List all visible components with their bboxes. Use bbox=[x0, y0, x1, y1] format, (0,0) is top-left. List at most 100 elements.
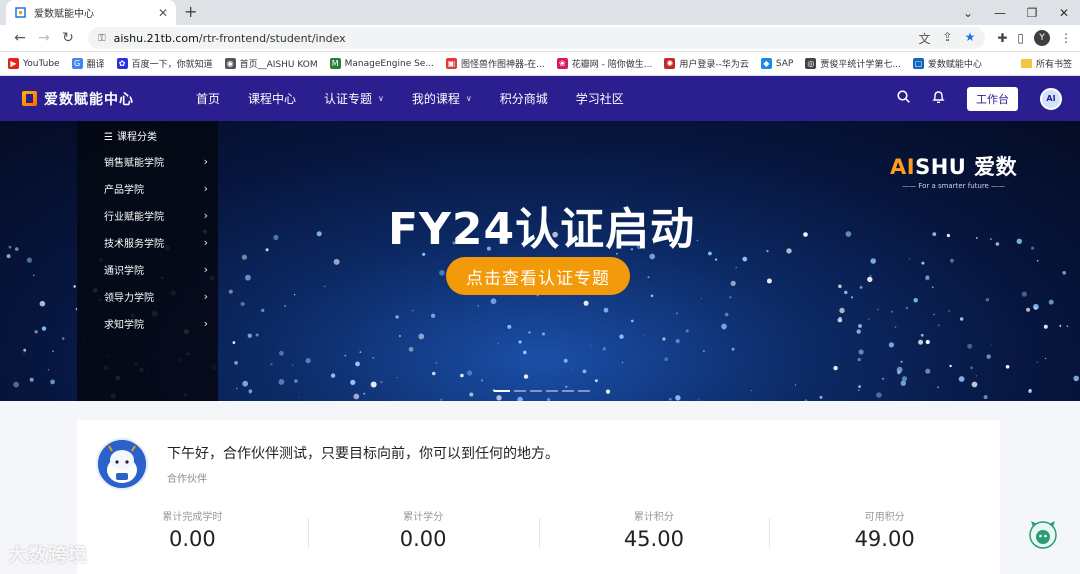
carousel-dot[interactable] bbox=[546, 390, 558, 392]
workbench-button[interactable]: 工作台 bbox=[967, 86, 1018, 111]
particle-dot bbox=[242, 380, 249, 387]
particle-dot bbox=[460, 373, 464, 378]
particle-dot bbox=[650, 294, 654, 298]
particle-dot bbox=[933, 313, 935, 316]
particle-dot bbox=[664, 357, 669, 361]
all-bookmarks-button[interactable]: 所有书签 bbox=[1020, 57, 1072, 70]
brand-tagline: —— For a smarter future —— bbox=[902, 182, 1006, 190]
share-icon[interactable]: ⇪ bbox=[943, 30, 953, 47]
particle-dot bbox=[948, 310, 951, 312]
tab-close-icon[interactable]: ✕ bbox=[158, 6, 168, 20]
stat-label: 累计完成学时 bbox=[162, 512, 223, 523]
particle-dot bbox=[675, 339, 680, 344]
site-info-icon[interactable]: ⚿ bbox=[98, 33, 106, 44]
particle-dot bbox=[986, 354, 991, 359]
stat-item: 累计完成学时 0.00 bbox=[77, 508, 308, 551]
carousel-dot[interactable] bbox=[514, 390, 526, 392]
view-certification-button[interactable]: 点击查看认证专题 bbox=[446, 257, 630, 295]
particle-dot bbox=[418, 333, 425, 340]
nav-item[interactable]: 我的课程 ∨ bbox=[398, 90, 486, 107]
particle-dot bbox=[631, 319, 634, 323]
particle-dot bbox=[249, 392, 251, 394]
extensions-icon[interactable]: ✚ bbox=[997, 31, 1007, 45]
url-path: /rtr-frontend/student/index bbox=[198, 31, 346, 45]
bookmark-item[interactable]: M ManageEngine Se... bbox=[329, 58, 434, 69]
bookmark-item[interactable]: ▶ YouTube bbox=[8, 58, 60, 69]
new-tab-button[interactable]: + bbox=[184, 2, 197, 21]
back-button[interactable]: ← bbox=[8, 30, 32, 46]
stat-label: 累计积分 bbox=[633, 512, 674, 523]
bookmark-label: SAP bbox=[775, 58, 794, 69]
user-avatar[interactable]: AI bbox=[1040, 87, 1062, 110]
category-item[interactable]: 通识学院 › bbox=[77, 256, 218, 283]
bookmark-item[interactable]: ◆ SAP bbox=[760, 58, 794, 69]
category-item[interactable]: 技术服务学院 › bbox=[77, 229, 218, 256]
nav-item[interactable]: 积分商城 bbox=[486, 90, 562, 107]
hero-banner[interactable]: ☰ 课程分类 销售赋能学院 › 产品学院 › 行业赋能学院 › 技术服务学院 › 通识学院 › 领导力… bbox=[0, 121, 1080, 401]
particle-dot bbox=[316, 231, 322, 237]
forward-button[interactable]: → bbox=[32, 30, 56, 46]
nav-item[interactable]: 首页 bbox=[182, 90, 234, 107]
nav-item[interactable]: 课程中心 bbox=[234, 90, 310, 107]
particle-dot bbox=[570, 367, 572, 369]
minimize-button[interactable]: — bbox=[984, 6, 1016, 20]
bookmark-favicon-icon: ✿ bbox=[116, 58, 128, 69]
carousel-dot[interactable] bbox=[494, 390, 510, 392]
category-label: 行业赋能学院 bbox=[104, 212, 164, 223]
particle-dot bbox=[958, 376, 965, 382]
carousel-dot[interactable] bbox=[562, 390, 574, 392]
nav-item[interactable]: 学习社区 bbox=[562, 90, 638, 107]
particle-dot bbox=[292, 364, 294, 366]
stat-value: 0.00 bbox=[399, 527, 447, 551]
particle-dot bbox=[565, 385, 568, 388]
bookmark-favicon-icon: ◎ bbox=[805, 58, 817, 69]
translate-icon[interactable]: 文 bbox=[918, 30, 930, 47]
site-logo[interactable]: 爱数赋能中心 bbox=[22, 89, 134, 109]
browser-menu-icon[interactable]: ⋮ bbox=[1060, 31, 1072, 45]
reload-button[interactable]: ↻ bbox=[56, 30, 80, 46]
bookmark-item[interactable]: ◉ 首页__AISHU KOM bbox=[224, 57, 318, 70]
nav-item[interactable]: 认证专题 ∨ bbox=[310, 90, 398, 107]
bookmark-item[interactable]: ◎ 贾俊平统计学第七... bbox=[805, 57, 901, 70]
url-field[interactable]: ⚿ aishu.21tb.com/rtr-frontend/student/in… bbox=[88, 27, 986, 49]
particle-dot bbox=[662, 337, 666, 341]
bookmark-item[interactable]: ▣ 图怪兽作图神器-在... bbox=[445, 57, 545, 70]
particle-dot bbox=[647, 276, 650, 279]
folder-icon bbox=[1020, 59, 1032, 68]
carousel-dot[interactable] bbox=[578, 390, 590, 392]
tab-search-icon[interactable]: ⌄ bbox=[952, 6, 984, 20]
particle-dot bbox=[685, 329, 689, 333]
bookmark-star-icon[interactable]: ★ bbox=[965, 30, 976, 47]
category-item[interactable]: 求知学院 › bbox=[77, 310, 218, 337]
bookmark-favicon-icon: ❀ bbox=[556, 58, 568, 69]
search-icon[interactable] bbox=[897, 90, 910, 107]
particle-dot bbox=[602, 347, 606, 351]
category-item[interactable]: 产品学院 › bbox=[77, 175, 218, 202]
bookmark-item[interactable]: ✺ 用户登录--华为云 bbox=[664, 57, 749, 70]
category-item[interactable]: 行业赋能学院 › bbox=[77, 202, 218, 229]
stat-item: 可用积分 49.00 bbox=[769, 508, 1000, 551]
particle-dot bbox=[481, 379, 484, 382]
category-item[interactable]: 销售赋能学院 › bbox=[77, 148, 218, 175]
brand-ai: AI bbox=[890, 155, 916, 179]
notification-bell-icon[interactable] bbox=[932, 90, 945, 108]
profile-avatar[interactable]: Y bbox=[1034, 30, 1050, 46]
particle-dot bbox=[247, 333, 252, 338]
bookmark-item[interactable]: ❀ 花瓣网 - 陪你做生... bbox=[556, 57, 652, 70]
particle-dot bbox=[819, 395, 823, 399]
category-label: 销售赋能学院 bbox=[104, 158, 164, 169]
restore-button[interactable]: ❐ bbox=[1016, 6, 1048, 20]
floating-assistant-icon[interactable] bbox=[1027, 518, 1059, 550]
bookmark-item[interactable]: G 翻译 bbox=[71, 57, 105, 70]
bookmark-item[interactable]: ▢ 爱数赋能中心 bbox=[912, 57, 982, 70]
side-panel-icon[interactable]: ▯ bbox=[1017, 31, 1024, 45]
close-window-button[interactable]: ✕ bbox=[1048, 6, 1080, 20]
particle-dot bbox=[950, 258, 954, 263]
particle-dot bbox=[34, 330, 38, 334]
carousel-dot[interactable] bbox=[530, 390, 542, 392]
bookmark-item[interactable]: ✿ 百度一下，你就知道 bbox=[116, 57, 213, 70]
browser-tab[interactable]: 爱数赋能中心 ✕ bbox=[6, 0, 176, 25]
banner-headline: FY24认证启动 bbox=[388, 204, 696, 255]
particle-dot bbox=[838, 316, 842, 320]
category-item[interactable]: 领导力学院 › bbox=[77, 283, 218, 310]
